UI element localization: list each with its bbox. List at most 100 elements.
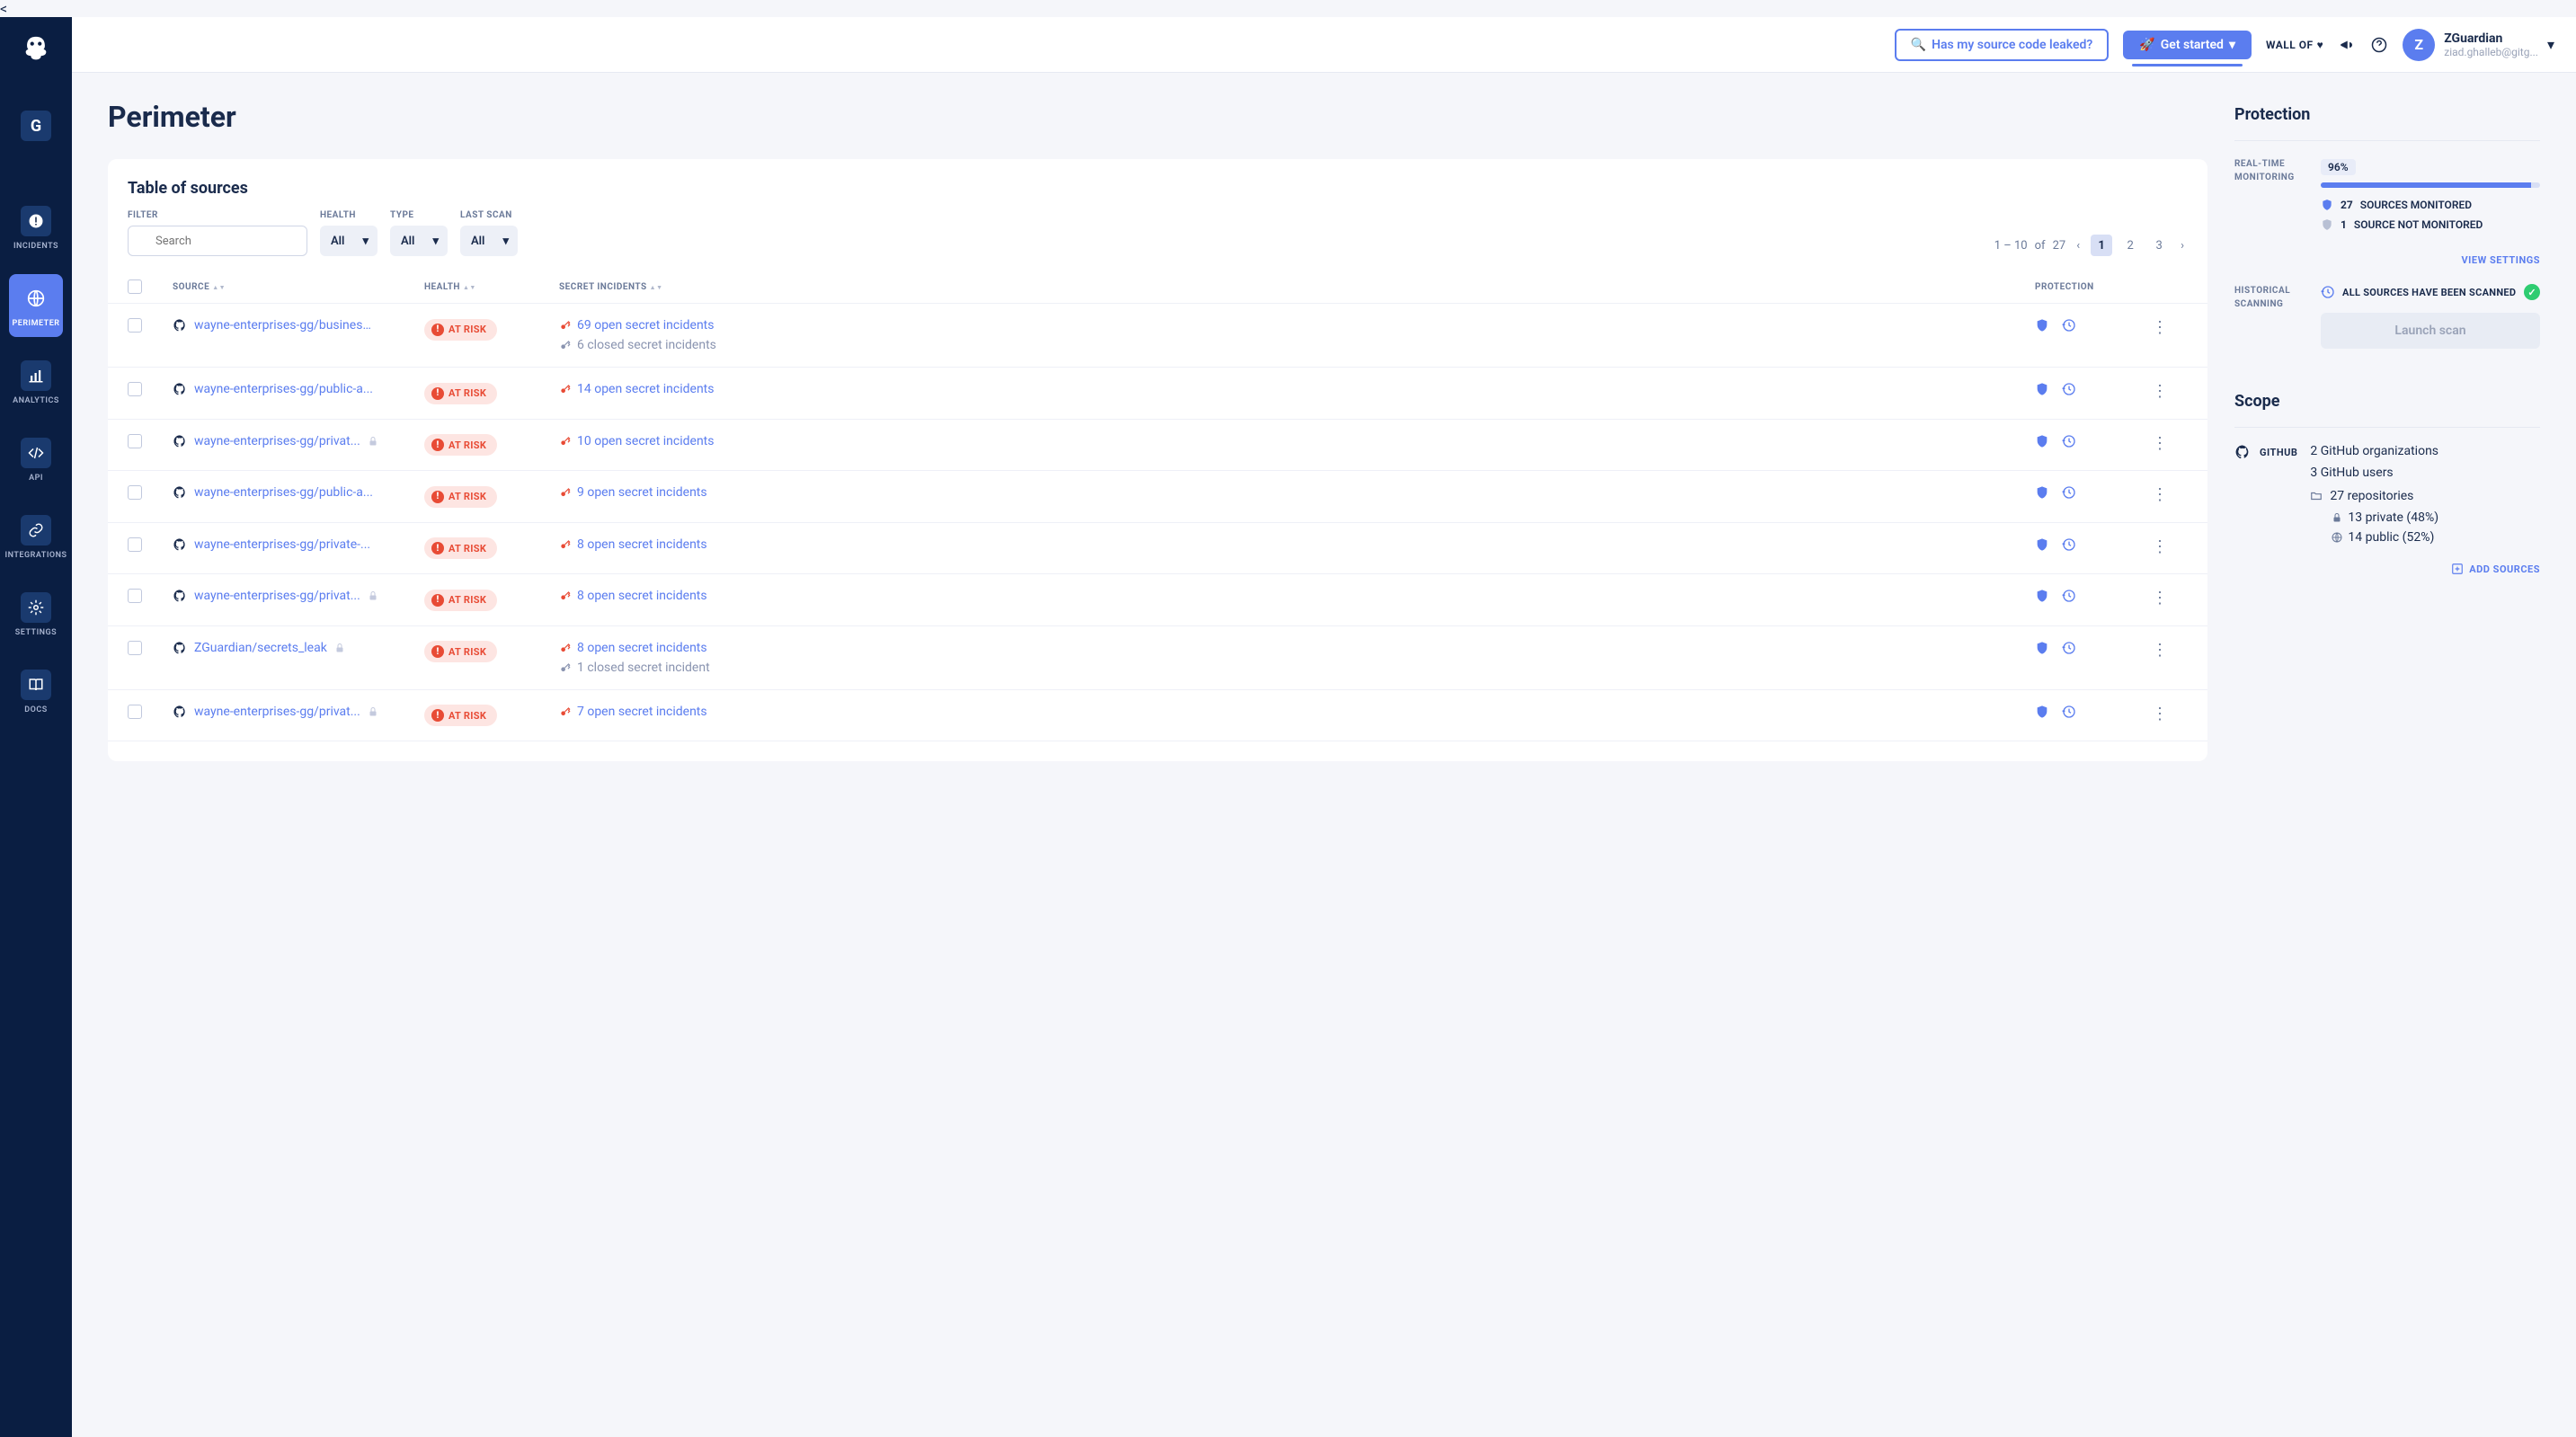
wall-of-love-link[interactable]: WALL OF ♥ <box>2266 39 2323 51</box>
nav-integrations[interactable]: INTEGRATIONS <box>9 506 63 569</box>
source-link[interactable]: wayne-enterprises-gg/business... <box>194 318 374 333</box>
shield-icon[interactable] <box>2035 434 2049 448</box>
page-next[interactable]: › <box>2177 235 2188 256</box>
nav-api[interactable]: API <box>9 429 63 492</box>
table-row: wayne-enterprises-gg/public-a...!AT RISK… <box>108 471 2207 523</box>
get-started-button[interactable]: 🚀 Get started ▾ <box>2123 31 2252 59</box>
sort-icon[interactable]: ▲▼ <box>463 286 476 290</box>
github-label: GITHUB <box>2260 447 2297 458</box>
type-dropdown[interactable]: All▾ <box>390 226 448 256</box>
source-link[interactable]: ZGuardian/secrets_leak <box>194 641 327 655</box>
announcements-icon[interactable] <box>2338 36 2356 54</box>
more-actions[interactable]: ⋮ <box>2152 485 2168 504</box>
row-checkbox[interactable] <box>128 589 142 603</box>
row-checkbox[interactable] <box>128 434 142 448</box>
logo <box>20 33 52 66</box>
source-link[interactable]: wayne-enterprises-gg/privat... <box>194 589 360 603</box>
history-icon[interactable] <box>2062 485 2076 500</box>
nav-incidents[interactable]: INCIDENTS <box>9 197 63 260</box>
key-icon <box>559 486 572 499</box>
source-link[interactable]: wayne-enterprises-gg/private-... <box>194 537 370 552</box>
shield-icon[interactable] <box>2035 537 2049 552</box>
lastscan-dropdown[interactable]: All▾ <box>460 226 518 256</box>
history-icon[interactable] <box>2062 589 2076 603</box>
key-icon <box>559 538 572 551</box>
filter-label: FILTER <box>128 210 307 220</box>
page-2[interactable]: 2 <box>2119 235 2141 256</box>
protection-title: Protection <box>2234 105 2540 124</box>
row-checkbox[interactable] <box>128 382 142 396</box>
more-actions[interactable]: ⋮ <box>2152 318 2168 337</box>
source-link[interactable]: wayne-enterprises-gg/public-a... <box>194 382 373 396</box>
key-icon <box>559 319 572 332</box>
row-checkbox[interactable] <box>128 641 142 655</box>
shield-icon <box>2321 199 2333 211</box>
open-incidents-link[interactable]: 8 open secret incidents <box>559 589 2035 603</box>
header: 🔍 Has my source code leaked? 🚀 Get start… <box>72 17 2576 73</box>
more-actions[interactable]: ⋮ <box>2152 382 2168 401</box>
monitoring-pct: 96% <box>2321 159 2356 175</box>
source-link[interactable]: wayne-enterprises-gg/privat... <box>194 705 360 719</box>
nav-workspace[interactable]: G <box>9 102 63 155</box>
shield-icon[interactable] <box>2035 382 2049 396</box>
open-incidents-link[interactable]: 7 open secret incidents <box>559 705 2035 719</box>
sort-icon[interactable]: ▲▼ <box>650 286 663 290</box>
select-all-checkbox[interactable] <box>128 279 142 294</box>
closed-incidents-link[interactable]: 6 closed secret incidents <box>559 338 2035 352</box>
sidebar: G INCIDENTS PERIMETER ANALYTICS API INTE… <box>0 17 72 1437</box>
search-icon: 🔍 <box>1911 38 1926 52</box>
open-incidents-link[interactable]: 69 open secret incidents <box>559 318 2035 333</box>
help-icon[interactable] <box>2370 36 2388 54</box>
open-incidents-link[interactable]: 9 open secret incidents <box>559 485 2035 500</box>
source-link[interactable]: wayne-enterprises-gg/privat... <box>194 434 360 448</box>
shield-icon[interactable] <box>2035 318 2049 333</box>
nav-docs[interactable]: DOCS <box>9 661 63 723</box>
add-sources-link[interactable]: ADD SOURCES <box>2234 563 2540 575</box>
more-actions[interactable]: ⋮ <box>2152 705 2168 723</box>
nav-settings[interactable]: SETTINGS <box>9 583 63 646</box>
lock-icon <box>334 643 345 653</box>
nav-analytics[interactable]: ANALYTICS <box>9 351 63 414</box>
open-incidents-link[interactable]: 10 open secret incidents <box>559 434 2035 448</box>
sort-icon[interactable]: ▲▼ <box>212 286 226 290</box>
scope-orgs: 2 GitHub organizations <box>2310 444 2540 458</box>
plus-icon <box>2451 563 2464 575</box>
page-prev[interactable]: ‹ <box>2073 235 2083 256</box>
more-actions[interactable]: ⋮ <box>2152 434 2168 453</box>
history-icon[interactable] <box>2062 318 2076 333</box>
history-icon[interactable] <box>2062 537 2076 552</box>
github-icon <box>173 382 187 396</box>
user-menu[interactable]: Z ZGuardian ziad.ghalleb@gitg... ▾ <box>2403 29 2554 61</box>
health-badge: !AT RISK <box>424 383 497 404</box>
history-icon[interactable] <box>2062 641 2076 655</box>
page-1[interactable]: 1 <box>2091 235 2112 256</box>
shield-icon[interactable] <box>2035 705 2049 719</box>
source-link[interactable]: wayne-enterprises-gg/public-a... <box>194 485 373 500</box>
nav-perimeter[interactable]: PERIMETER <box>9 274 63 337</box>
history-icon[interactable] <box>2062 434 2076 448</box>
shield-icon[interactable] <box>2035 485 2049 500</box>
view-settings-link[interactable]: VIEW SETTINGS <box>2234 254 2540 266</box>
shield-icon[interactable] <box>2035 641 2049 655</box>
history-icon[interactable] <box>2062 705 2076 719</box>
row-checkbox[interactable] <box>128 318 142 333</box>
more-actions[interactable]: ⋮ <box>2152 589 2168 608</box>
table-row: wayne-enterprises-gg/privat...!AT RISK10… <box>108 420 2207 472</box>
more-actions[interactable]: ⋮ <box>2152 641 2168 660</box>
closed-incidents-link[interactable]: 1 closed secret incident <box>559 661 2035 675</box>
row-checkbox[interactable] <box>128 705 142 719</box>
open-incidents-link[interactable]: 8 open secret incidents <box>559 641 2035 655</box>
row-checkbox[interactable] <box>128 485 142 500</box>
search-input[interactable] <box>128 226 307 256</box>
open-incidents-link[interactable]: 14 open secret incidents <box>559 382 2035 396</box>
history-icon[interactable] <box>2062 382 2076 396</box>
card-title: Table of sources <box>108 179 2207 210</box>
launch-scan-button[interactable]: Launch scan <box>2321 313 2540 349</box>
shield-icon[interactable] <box>2035 589 2049 603</box>
row-checkbox[interactable] <box>128 537 142 552</box>
more-actions[interactable]: ⋮ <box>2152 537 2168 556</box>
leaked-button[interactable]: 🔍 Has my source code leaked? <box>1895 29 2110 61</box>
health-dropdown[interactable]: All▾ <box>320 226 378 256</box>
page-3[interactable]: 3 <box>2148 235 2170 256</box>
open-incidents-link[interactable]: 8 open secret incidents <box>559 537 2035 552</box>
